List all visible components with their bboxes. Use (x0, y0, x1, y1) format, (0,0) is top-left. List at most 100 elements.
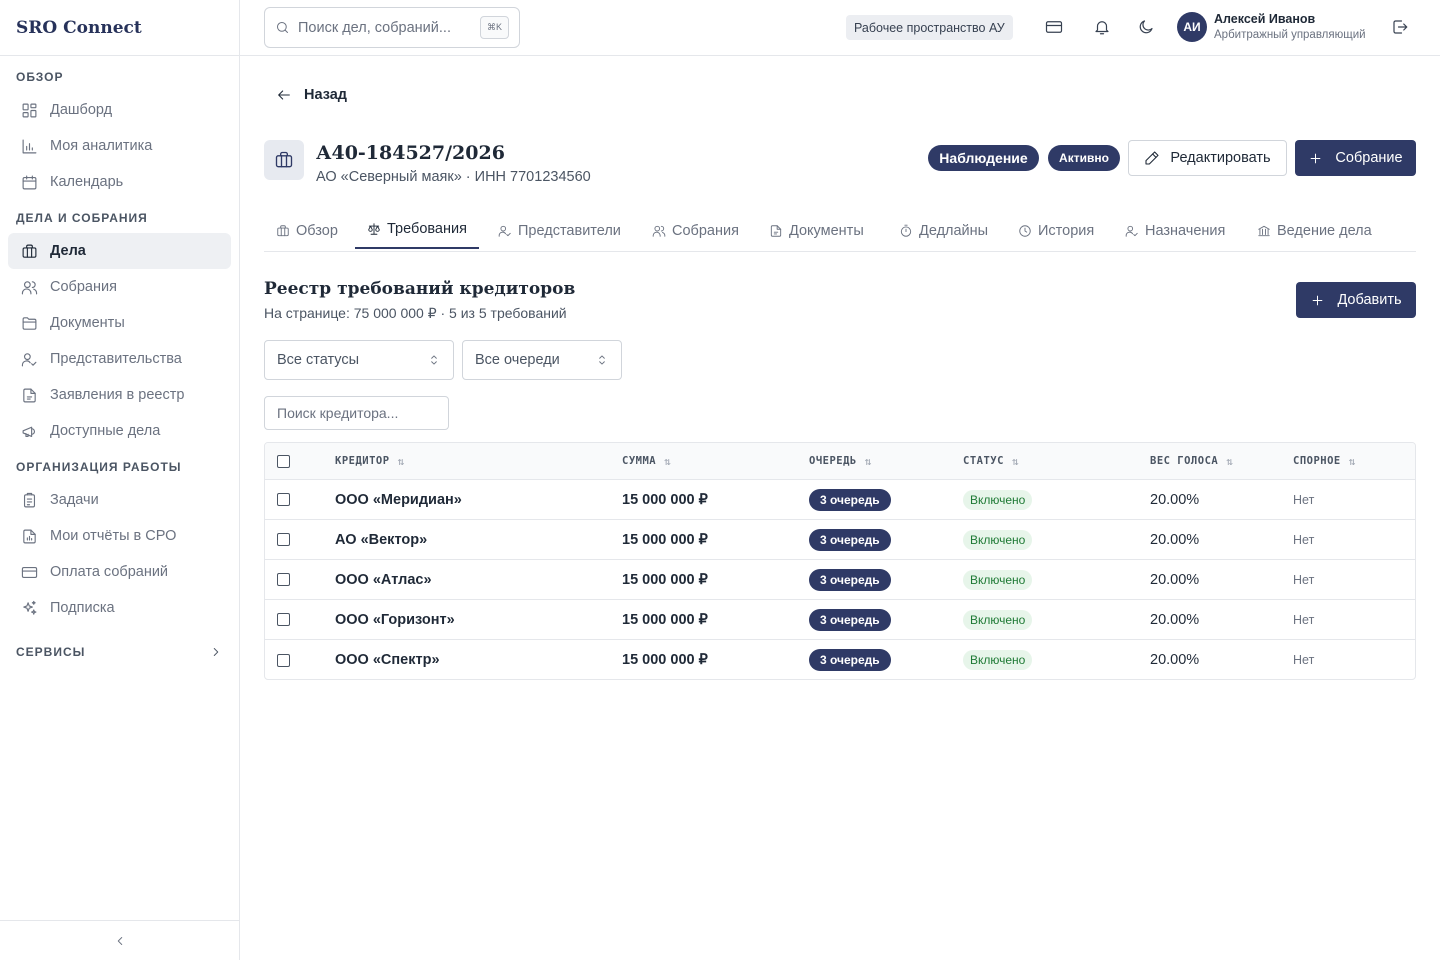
analytics-icon (22, 139, 37, 153)
queue-cell: 3 очередь (809, 520, 891, 559)
sort-icon: ⇅ (664, 454, 672, 468)
tab-case-management[interactable]: Ведение дела (1257, 211, 1372, 251)
briefcase-icon (22, 244, 37, 258)
tab-documents[interactable]: Документы (769, 211, 864, 251)
tab-deadlines[interactable]: Дедлайны (899, 211, 988, 251)
claim-amount: 15 000 000 ₽ (622, 531, 708, 548)
column-label: СУММА (622, 455, 657, 467)
column-label: ВЕС ГОЛОСА (1150, 455, 1219, 467)
tab-overview[interactable]: Обзор (276, 211, 338, 251)
sidebar-item-cases[interactable]: Дела (8, 233, 231, 269)
tab-label: Назначения (1145, 223, 1226, 239)
folder-icon (22, 316, 37, 330)
status-cell: Включено (963, 600, 1033, 639)
case-icon (264, 140, 304, 180)
status-badge: Включено (963, 569, 1033, 590)
queue-filter[interactable]: Все очереди (462, 340, 622, 380)
row-checkbox[interactable] (277, 493, 290, 506)
user-check-icon (21, 352, 37, 366)
back-label: Назад (304, 87, 347, 103)
new-meeting-button[interactable]: Собрание (1295, 140, 1416, 176)
status-badge: Включено (963, 529, 1033, 550)
tab-label: Дедлайны (919, 223, 989, 239)
add-claim-button[interactable]: Добавить (1296, 282, 1416, 318)
column-header-disputed[interactable]: СПОРНОЕ ⇅ (1293, 443, 1356, 479)
edit-button-label: Редактировать (1170, 150, 1271, 166)
table-row[interactable]: АО «Вектор» 15 000 000 ₽ 3 очередь Включ… (265, 520, 1415, 560)
search-input[interactable]: Поиск дел, собраний... (298, 20, 451, 36)
services-label: СЕРВИСЫ (16, 645, 86, 659)
table-row[interactable]: ООО «Горизонт» 15 000 000 ₽ 3 очередь Вк… (265, 600, 1415, 640)
sidebar-item-label: Заявления в реестр (50, 387, 185, 403)
new-meeting-label: Собрание (1335, 150, 1403, 166)
sidebar: SRO Connect ОБЗОР Дашборд Моя аналитика … (0, 0, 240, 960)
tab-appointments[interactable]: Назначения (1125, 211, 1225, 251)
sidebar-item-sro-reports[interactable]: Мои отчёты в СРО (8, 518, 231, 554)
sidebar-item-available-cases[interactable]: Доступные дела (8, 413, 231, 449)
column-header-amount[interactable]: СУММА ⇅ (622, 443, 671, 479)
sidebar-item-label: Подписка (50, 600, 115, 616)
column-header-creditor[interactable]: КРЕДИТОР ⇅ (335, 443, 405, 479)
queue-badge: 3 очередь (809, 528, 891, 551)
arrow-left-icon (278, 90, 290, 100)
status-filter-value: Все статусы (277, 352, 360, 368)
table-row[interactable]: ООО «Атлас» 15 000 000 ₽ 3 очередь Включ… (265, 560, 1415, 600)
moon-icon (1139, 20, 1153, 34)
row-checkbox[interactable] (277, 653, 290, 667)
back-link[interactable]: Назад (276, 87, 347, 103)
sidebar-item-dashboard[interactable]: Дашборд (8, 92, 231, 128)
status-badge: Активно (1048, 145, 1120, 171)
sidebar-item-analytics[interactable]: Моя аналитика (8, 128, 231, 164)
brand-logo[interactable]: SRO Connect (0, 0, 239, 56)
theme-toggle[interactable] (1137, 18, 1155, 36)
column-label: КРЕДИТОР (335, 455, 390, 467)
claims-table: КРЕДИТОР ⇅ СУММА ⇅ ОЧЕРЕДЬ ⇅ СТАТУС ⇅ ВЕС ГО… (264, 442, 1416, 680)
tab-representatives[interactable]: Представители (498, 211, 621, 251)
column-header-vote-weight[interactable]: ВЕС ГОЛОСА ⇅ (1150, 443, 1233, 479)
creditor-search-input[interactable] (264, 396, 449, 430)
claim-amount: 15 000 000 ₽ (622, 491, 708, 508)
sidebar-item-label: Мои отчёты в СРО (50, 528, 177, 544)
queue-cell: 3 очередь (809, 600, 891, 639)
column-header-queue[interactable]: ОЧЕРЕДЬ ⇅ (809, 443, 872, 479)
tab-history[interactable]: История (1018, 211, 1094, 251)
sidebar-item-representations[interactable]: Представительства (8, 341, 231, 377)
avatar[interactable]: АИ (1177, 12, 1207, 42)
global-search[interactable]: Поиск дел, собраний... ⌘K (264, 7, 520, 48)
table-row[interactable]: ООО «Спектр» 15 000 000 ₽ 3 очередь Вклю… (265, 640, 1415, 679)
status-filter[interactable]: Все статусы (264, 340, 454, 380)
sidebar-item-calendar[interactable]: Календарь (8, 164, 231, 200)
row-checkbox[interactable] (277, 613, 290, 626)
tab-meetings[interactable]: Собрания (652, 211, 739, 251)
sidebar-item-documents[interactable]: Документы (8, 305, 231, 341)
row-checkbox[interactable] (277, 533, 290, 546)
vote-weight: 20.00% (1150, 652, 1200, 668)
disputed-value: Нет (1293, 492, 1315, 507)
section-title-organization: ОРГАНИЗАЦИЯ РАБОТЫ (16, 460, 182, 474)
section-title-cases: ДЕЛА И СОБРАНИЯ (16, 211, 148, 225)
sidebar-item-tasks[interactable]: Задачи (8, 482, 231, 518)
sort-icon: ⇅ (1011, 454, 1020, 468)
notifications-button[interactable] (1093, 18, 1111, 36)
tab-claims[interactable]: Требования (355, 211, 479, 249)
select-all-checkbox[interactable] (277, 454, 290, 468)
logout-button[interactable] (1391, 18, 1409, 36)
sidebar-item-meetings[interactable]: Собрания (8, 269, 231, 305)
user-check-icon (1125, 225, 1138, 237)
scale-icon (368, 223, 380, 235)
column-header-status[interactable]: СТАТУС ⇅ (963, 443, 1019, 479)
table-row[interactable]: ООО «Меридиан» 15 000 000 ₽ 3 очередь Вк… (265, 480, 1415, 520)
sidebar-item-registry-claims[interactable]: Заявления в реестр (8, 377, 231, 413)
sidebar-item-label: Дашборд (50, 102, 113, 118)
chevron-right-icon (213, 648, 219, 656)
card-button[interactable] (1045, 18, 1063, 36)
edit-button[interactable]: Редактировать (1128, 140, 1287, 176)
sidebar-services-toggle[interactable]: СЕРВИСЫ (0, 638, 239, 666)
sidebar-item-subscription[interactable]: Подписка (8, 590, 231, 626)
workspace-badge[interactable]: Рабочее пространство АУ (846, 15, 1013, 40)
row-checkbox[interactable] (277, 573, 290, 586)
creditor-name: АО «Вектор» (335, 531, 428, 548)
sidebar-collapse-button[interactable] (0, 920, 239, 960)
sidebar-item-meeting-payment[interactable]: Оплата собраний (8, 554, 231, 590)
status-badge: Включено (963, 650, 1033, 670)
